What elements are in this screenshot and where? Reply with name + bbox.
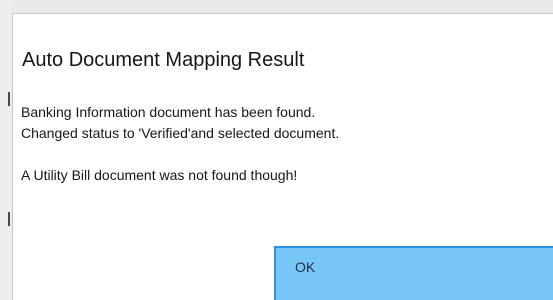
message-line-found: Banking Information document has been fo…	[21, 104, 316, 120]
background-page: Auto Document Mapping Result Banking Inf…	[0, 0, 553, 300]
message-line-status: Changed status to 'Verified'and selected…	[21, 125, 340, 141]
background-edge	[0, 0, 12, 300]
background-divider	[8, 212, 10, 226]
ok-button-label: OK	[295, 259, 316, 275]
dialog-message: Banking Information document has been fo…	[21, 102, 339, 186]
dialog-title: Auto Document Mapping Result	[22, 49, 305, 71]
background-divider	[8, 92, 10, 106]
ok-button[interactable]: OK	[274, 246, 553, 300]
message-line-not-found: A Utility Bill document was not found th…	[21, 167, 298, 183]
